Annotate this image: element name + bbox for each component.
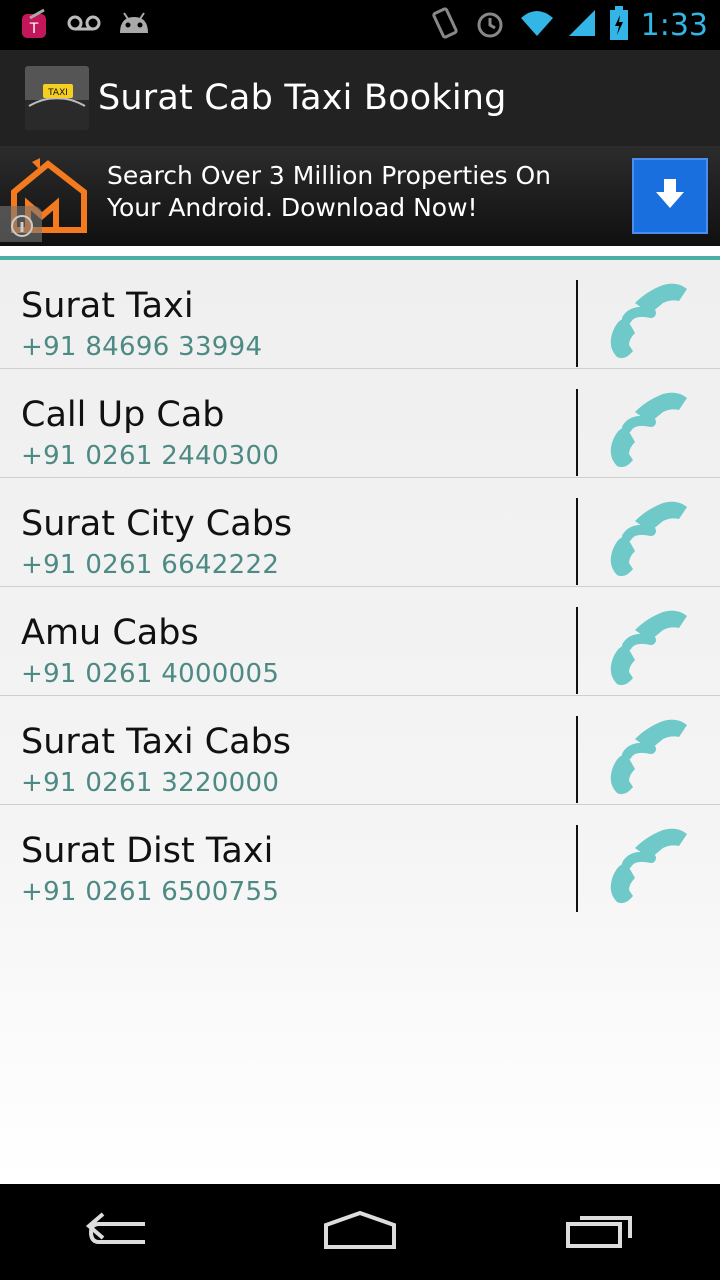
phone-icon (605, 497, 695, 585)
contact-phone: +91 0261 3220000 (21, 768, 280, 798)
phone-icon (605, 388, 695, 476)
contact-phone: +91 0261 2440300 (21, 441, 280, 471)
vertical-divider (576, 825, 578, 912)
signal-icon (567, 8, 597, 42)
back-icon (85, 1210, 155, 1254)
list-item[interactable]: Surat Dist Taxi +91 0261 6500755 (0, 805, 720, 913)
contact-name: Amu Cabs (21, 613, 199, 653)
android-icon (116, 9, 152, 41)
call-button[interactable] (600, 387, 700, 477)
call-button[interactable] (600, 496, 700, 586)
contact-name: Surat City Cabs (21, 504, 293, 544)
list-item[interactable]: Call Up Cab +91 0261 2440300 (0, 369, 720, 478)
alarm-icon (473, 6, 507, 44)
contact-name: Surat Dist Taxi (21, 831, 274, 871)
list-item[interactable]: Amu Cabs +91 0261 4000005 (0, 587, 720, 696)
vertical-divider (576, 716, 578, 803)
vertical-divider (576, 607, 578, 694)
app-title: Surat Cab Taxi Booking (98, 78, 507, 118)
ad-info-icon[interactable] (0, 206, 42, 242)
home-button[interactable] (300, 1192, 420, 1272)
ad-download-button[interactable] (632, 158, 708, 234)
phone-icon (605, 606, 695, 694)
call-button[interactable] (600, 714, 700, 804)
vertical-divider (576, 280, 578, 367)
phone-icon (605, 824, 695, 912)
back-button[interactable] (60, 1192, 180, 1272)
recent-apps-button[interactable] (540, 1192, 660, 1272)
battery-charging-icon (609, 6, 629, 44)
navigation-bar (0, 1184, 720, 1280)
recent-apps-icon (564, 1210, 636, 1254)
list-top-spacer (0, 246, 720, 256)
clock: 1:33 (640, 7, 708, 43)
contact-phone: +91 0261 6642222 (21, 550, 280, 580)
svg-text:T: T (29, 21, 39, 37)
svg-text:TAXI: TAXI (47, 88, 68, 98)
home-icon (322, 1209, 398, 1255)
list-item[interactable]: Surat Taxi Cabs +91 0261 3220000 (0, 696, 720, 805)
list-item[interactable]: Surat City Cabs +91 0261 6642222 (0, 478, 720, 587)
call-button[interactable] (600, 605, 700, 695)
phone-icon (605, 715, 695, 803)
list-item[interactable]: Surat Taxi +91 84696 33994 (0, 260, 720, 369)
call-button[interactable] (600, 823, 700, 913)
phone-icon (605, 279, 695, 367)
contact-name: Surat Taxi (21, 286, 194, 326)
action-bar: TAXI Surat Cab Taxi Booking (0, 50, 720, 146)
contact-name: Surat Taxi Cabs (21, 722, 292, 762)
download-arrow-icon (653, 177, 687, 215)
tmobile-icon: T (18, 6, 52, 44)
contact-name: Call Up Cab (21, 395, 225, 435)
vibrate-icon (429, 6, 461, 44)
taxi-contact-list: Surat Taxi +91 84696 33994 Call Up Cab +… (0, 260, 720, 1184)
call-button[interactable] (600, 278, 700, 368)
vertical-divider (576, 498, 578, 585)
vertical-divider (576, 389, 578, 476)
contact-phone: +91 0261 6500755 (21, 877, 280, 907)
wifi-icon (519, 8, 555, 42)
voicemail-icon (66, 11, 102, 39)
status-bar: T 1:33 (0, 0, 720, 50)
contact-phone: +91 0261 4000005 (21, 659, 280, 689)
contact-phone: +91 84696 33994 (21, 332, 263, 362)
taxi-app-icon[interactable]: TAXI (25, 66, 89, 130)
ad-text[interactable]: Search Over 3 Million Properties On Your… (107, 160, 607, 224)
